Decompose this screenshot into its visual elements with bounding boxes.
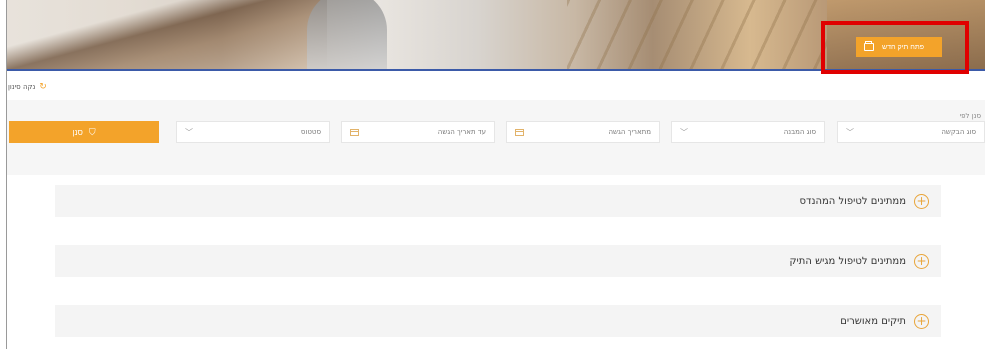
date-from-label: מתאריך הגשה [608,128,651,136]
section-awaiting-engineer[interactable]: ממתינים לטיפול המהנדס + [55,185,941,217]
expand-plus-icon[interactable]: + [914,253,929,269]
structure-type-select[interactable]: ﹀ סוג המבנה [671,121,825,143]
calendar-icon [350,128,359,136]
banner-ramp-graphic [7,0,327,70]
banner-rafters-graphic [567,0,827,70]
chevron-down-icon: ﹀ [846,127,854,137]
banner-person-graphic [307,0,387,70]
clear-filter-link[interactable]: נקה סינון ↻ [8,82,47,92]
structure-type-label: סוג המבנה [783,128,816,136]
section-title: תיקים מאושרים [840,315,906,327]
filter-button-label: סנן [72,127,83,137]
expand-plus-icon[interactable]: + [914,313,929,329]
open-new-file-button[interactable]: פתח תיק חדש [856,37,942,57]
section-title: ממתינים לטיפול המהנדס [799,195,907,207]
clear-filter-label: נקה סינון [8,83,36,91]
section-approved-files[interactable]: תיקים מאושרים + [55,305,941,337]
status-label: סטטוס [300,128,321,136]
date-from-input[interactable]: מתאריך הגשה [506,121,660,143]
section-awaiting-submitter[interactable]: ממתינים לטיפול מגיש התיק + [55,245,941,277]
date-to-input[interactable]: עד תאריך הגשה [341,121,495,143]
open-new-file-label: פתח תיק חדש [882,43,924,51]
calendar-icon [515,128,524,136]
section-title: ממתינים לטיפול מגיש התיק [789,255,906,267]
folder-icon [864,41,874,51]
chevron-down-icon: ﹀ [680,127,688,137]
refresh-icon: ↻ [39,82,47,92]
chevron-down-icon: ﹀ [185,127,193,137]
filter-by-label: סנן לפי [959,112,981,120]
filter-button[interactable]: סנן ⛉ [9,121,159,143]
expand-plus-icon[interactable]: + [914,193,929,209]
status-select[interactable]: ﹀ סטטוס [176,121,330,143]
date-to-label: עד תאריך הגשה [437,128,486,136]
funnel-icon: ⛉ [88,126,96,137]
request-type-label: סוג הבקשה [941,128,976,136]
request-type-select[interactable]: ﹀ סוג הבקשה [837,121,985,143]
